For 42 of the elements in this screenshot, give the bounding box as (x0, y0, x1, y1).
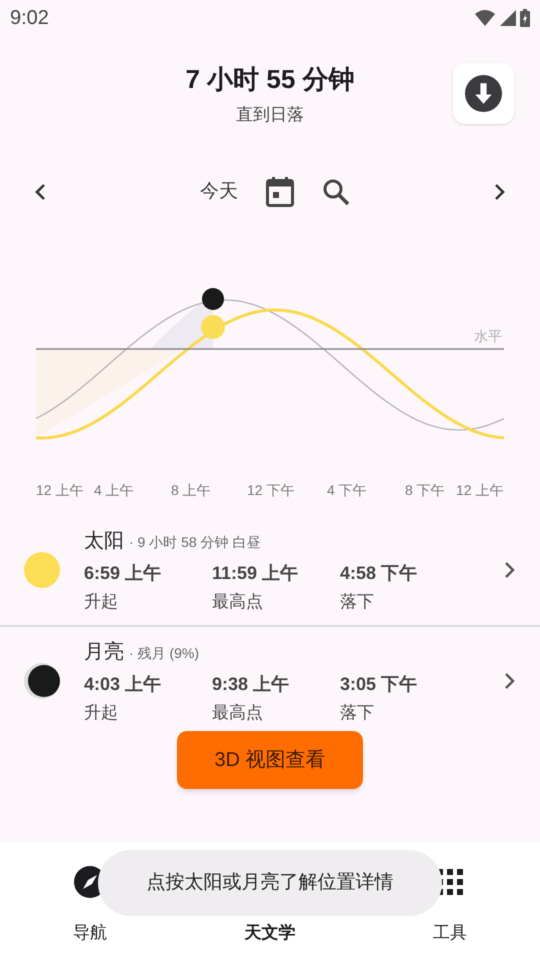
event-time: 4:58 下午 (340, 562, 418, 585)
download-icon (465, 75, 502, 112)
event-label: 落下 (340, 702, 375, 724)
download-button[interactable] (453, 63, 514, 124)
event-label: 升起 (84, 591, 119, 613)
hint-toast: 点按太阳或月亮了解位置详情 (98, 850, 442, 916)
time-axis-label: 12 上午 (456, 481, 504, 500)
sun-icon (24, 552, 60, 588)
event-label: 升起 (84, 702, 119, 724)
moon-icon (24, 662, 60, 699)
time-axis-label: 8 上午 (171, 481, 211, 500)
nav-tab[interactable]: 工具 (433, 922, 467, 944)
battery-icon (520, 9, 530, 27)
event-label: 最高点 (212, 702, 264, 724)
signal-icon (500, 10, 516, 26)
view-3d-button[interactable]: 3D 视图查看 (177, 731, 363, 789)
body-name: 太阳 (84, 529, 124, 554)
time-axis-label: 4 上午 (94, 481, 134, 500)
event-time: 11:59 上午 (212, 562, 300, 585)
nav-tab[interactable]: 导航 (73, 922, 107, 944)
event-time: 4:03 上午 (84, 672, 162, 696)
countdown-subtitle: 直到日落 (236, 104, 304, 126)
time-axis-label: 12 下午 (247, 481, 294, 500)
event-time: 6:59 上午 (84, 562, 162, 585)
time-axis-label: 8 下午 (405, 481, 445, 500)
body-detail: · 9 小时 58 分钟 白昼 (129, 533, 260, 552)
body-name: 月亮 (84, 640, 124, 664)
body-detail: · 残月 (9%) (129, 644, 199, 663)
status-time: 9:02 (10, 6, 49, 31)
horizon-label: 水平 (474, 327, 502, 346)
time-axis-label: 12 上午 (36, 481, 84, 500)
date-label: 今天 (200, 180, 238, 204)
event-time: 3:05 下午 (340, 672, 418, 696)
event-label: 最高点 (212, 591, 264, 613)
time-axis-label: 4 下午 (327, 481, 367, 500)
wifi-icon (474, 9, 496, 27)
calendar-icon[interactable] (266, 177, 294, 207)
nav-tab[interactable]: 天文学 (244, 922, 296, 944)
event-time: 9:38 上午 (212, 672, 290, 696)
countdown-title: 7 小时 55 分钟 (185, 63, 355, 96)
search-icon[interactable] (322, 178, 350, 206)
event-label: 落下 (340, 591, 375, 613)
